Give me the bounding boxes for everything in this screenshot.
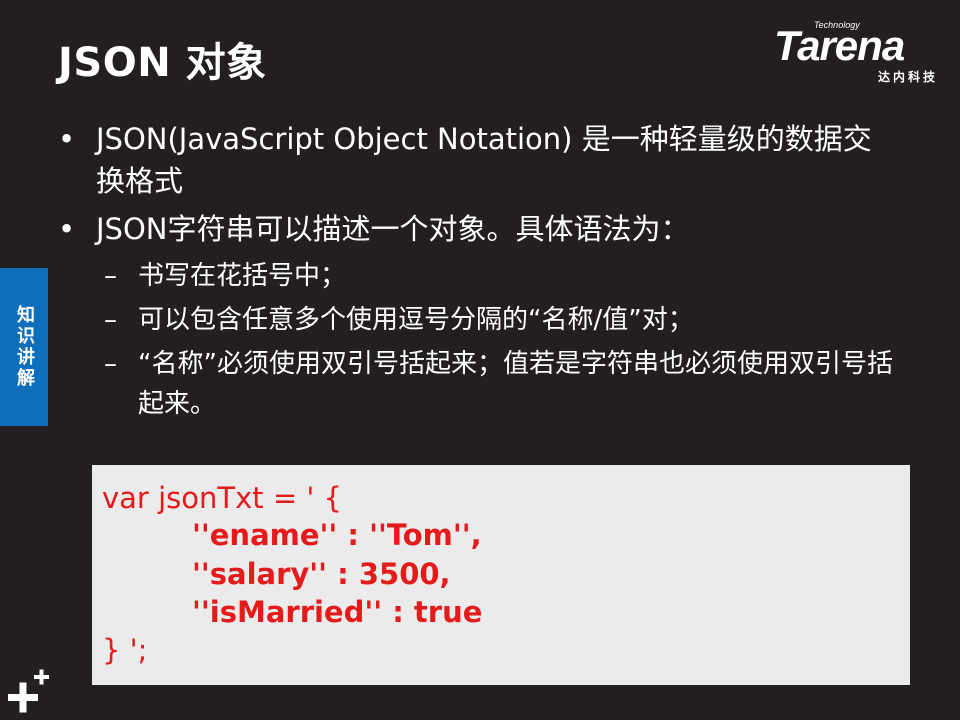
code-line: ''salary'' : 3500, xyxy=(192,557,451,591)
sub-item-dash: – xyxy=(104,261,117,291)
sub-item-text: 可以包含任意多个使用逗号分隔的“名称/值”对； xyxy=(138,305,694,335)
sub-item: – 可以包含任意多个使用逗号分隔的“名称/值”对； xyxy=(58,300,898,340)
sub-item-text: “名称”必须使用双引号括起来；值若是字符串也必须使用双引号括起来。 xyxy=(138,349,893,419)
code-example-box: var jsonTxt = ' { ''ename'' : ''Tom'', '… xyxy=(92,465,910,685)
logo-brand-text: Tarena xyxy=(774,22,905,69)
sub-item: – 书写在花括号中； xyxy=(58,256,898,296)
code-line: ''ename'' : ''Tom'', xyxy=(192,518,482,552)
bullet-text: JSON(JavaScript Object Notation) 是一种轻量级的… xyxy=(96,122,872,198)
side-tab-knowledge: 知识讲解 xyxy=(0,268,48,426)
slide-title: JSON 对象 xyxy=(58,40,267,86)
code-line: ''isMarried'' : true xyxy=(192,595,483,629)
code-line: var jsonTxt = ' { xyxy=(102,481,342,515)
tarena-logo: Technology Tarena 达内科技 xyxy=(774,20,942,90)
plus-icon xyxy=(8,669,49,713)
sub-item-dash: – xyxy=(104,305,117,335)
bullet-item: • JSON(JavaScript Object Notation) 是一种轻量… xyxy=(58,118,898,202)
side-tab-label: 知识讲解 xyxy=(14,305,35,389)
bullet-text: JSON字符串可以描述一个对象。具体语法为： xyxy=(96,212,690,246)
bullet-dot: • xyxy=(58,122,76,156)
sub-item-text: 书写在花括号中； xyxy=(138,261,347,291)
bullet-dot: • xyxy=(58,212,76,246)
code-line: } '; xyxy=(102,633,148,667)
sub-item-dash: – xyxy=(104,349,117,379)
bullet-item: • JSON字符串可以描述一个对象。具体语法为： xyxy=(58,208,898,250)
slide-content: • JSON(JavaScript Object Notation) 是一种轻量… xyxy=(58,118,898,424)
sub-item: – “名称”必须使用双引号括起来；值若是字符串也必须使用双引号括起来。 xyxy=(58,344,898,424)
logo-sub-text: 达内科技 xyxy=(877,70,938,84)
